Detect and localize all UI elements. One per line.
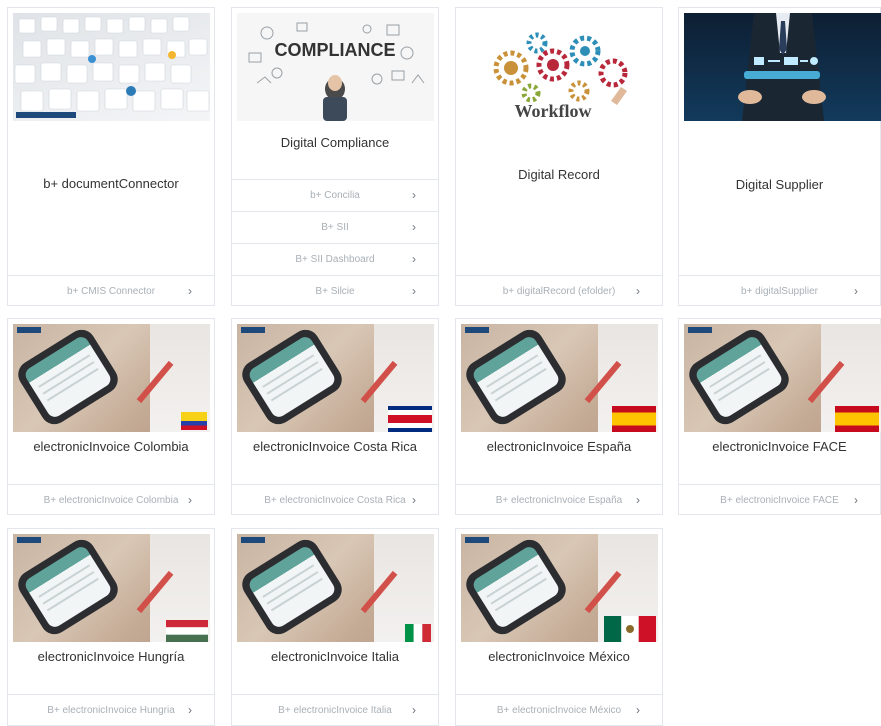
card-title: electronicInvoice FACE [712, 439, 847, 454]
phone-photo [461, 534, 658, 642]
chevron-right-icon: › [188, 284, 192, 298]
card-title: electronicInvoice México [488, 649, 630, 664]
card-link[interactable]: B+ electronicInvoice Italia › [232, 694, 438, 725]
card-title: electronicInvoice Costa Rica [252, 439, 418, 454]
card-einvoice-espana[interactable]: electronicInvoice España B+ electronicIn… [455, 318, 663, 515]
card-link[interactable]: b+ CMIS Connector › [8, 275, 214, 306]
phone-photo [684, 324, 881, 432]
colombia-flag-icon [181, 412, 207, 430]
card-image: COMPLIANCE [237, 13, 434, 121]
chevron-right-icon: › [636, 284, 640, 298]
card-document-connector[interactable]: b+ documentConnector b+ CMIS Connector › [7, 7, 215, 306]
card-title: Digital Supplier [735, 177, 824, 192]
card-link[interactable]: B+ electronicInvoice Costa Rica › [232, 484, 438, 515]
card-image [13, 324, 210, 432]
card-image [237, 534, 434, 642]
card-image [13, 534, 210, 642]
card-title: electronicInvoice Italia [271, 649, 399, 664]
chevron-right-icon: › [854, 284, 858, 298]
card-image [684, 324, 881, 432]
card-image: Workflow [461, 13, 658, 121]
card-link[interactable]: B+ SII Dashboard › [232, 243, 438, 274]
card-link-label: B+ electronicInvoice Costa Rica [264, 495, 406, 506]
card-link-label: b+ digitalRecord (efolder) [502, 286, 616, 297]
card-link[interactable]: B+ electronicInvoice España › [456, 484, 662, 515]
card-image [237, 324, 434, 432]
chevron-right-icon: › [412, 252, 416, 266]
chevron-right-icon: › [412, 284, 416, 298]
card-einvoice-hungria[interactable]: electronicInvoice Hungría B+ electronicI… [7, 528, 215, 726]
card-link[interactable]: B+ electronicInvoice Colombia › [8, 484, 214, 515]
phone-photo [13, 534, 210, 642]
card-einvoice-costa-rica[interactable]: electronicInvoice Costa Rica B+ electron… [231, 318, 439, 515]
card-link[interactable]: B+ SII › [232, 211, 438, 242]
card-link-label: B+ electronicInvoice FACE [720, 495, 839, 506]
card-link-label: b+ CMIS Connector [66, 286, 156, 297]
card-einvoice-face[interactable]: electronicInvoice FACE B+ electronicInvo… [678, 318, 881, 515]
card-link[interactable]: B+ electronicInvoice Hungria › [8, 694, 214, 725]
chevron-right-icon: › [636, 493, 640, 507]
phone-photo [13, 324, 210, 432]
card-einvoice-mexico[interactable]: electronicInvoice México B+ electronicIn… [455, 528, 663, 726]
chevron-right-icon: › [412, 188, 416, 202]
card-title: electronicInvoice Colombia [33, 439, 189, 454]
compliance-word: COMPLIANCE [275, 40, 396, 60]
card-title: electronicInvoice Hungría [37, 649, 185, 664]
card-link-label: B+ electronicInvoice México [496, 705, 622, 716]
card-title: electronicInvoice España [486, 439, 632, 454]
card-link[interactable]: B+ electronicInvoice FACE › [679, 484, 880, 515]
chevron-right-icon: › [188, 703, 192, 717]
phone-photo [237, 534, 434, 642]
keyboard-tiles-image [14, 16, 210, 118]
workflow-gears-image: Workflow [493, 32, 628, 121]
card-title: Digital Record [518, 167, 600, 182]
card-digital-compliance[interactable]: COMPLIANCE Digital Compliance b+ Concili… [231, 7, 439, 306]
card-link-label: B+ SII [321, 222, 349, 233]
card-image [684, 13, 881, 121]
card-title: b+ documentConnector [43, 176, 179, 191]
chevron-right-icon: › [412, 220, 416, 234]
spain-flag-icon [612, 406, 656, 432]
card-digital-supplier[interactable]: Digital Supplier b+ digitalSupplier › [678, 7, 881, 306]
chevron-right-icon: › [412, 493, 416, 507]
mexico-flag-icon [604, 616, 656, 642]
chevron-right-icon: › [854, 493, 858, 507]
hungary-flag-icon [166, 620, 208, 642]
card-link-label: b+ Concilia [310, 190, 360, 201]
card-link-label: B+ electronicInvoice España [495, 495, 623, 506]
card-digital-record[interactable]: Workflow Digital Record b+ digitalRecord… [455, 7, 663, 306]
compliance-image: COMPLIANCE [248, 22, 425, 121]
card-link[interactable]: B+ Silcie › [232, 275, 438, 306]
italy-flag-icon [405, 624, 431, 642]
card-title: Digital Compliance [280, 135, 390, 150]
card-einvoice-italia[interactable]: electronicInvoice Italia B+ electronicIn… [231, 528, 439, 726]
phone-photo [237, 324, 434, 432]
chevron-right-icon: › [636, 703, 640, 717]
card-link-label: B+ electronicInvoice Colombia [43, 495, 179, 506]
card-link[interactable]: b+ digitalRecord (efolder) › [456, 275, 662, 306]
card-link[interactable]: b+ digitalSupplier › [679, 275, 880, 306]
card-link-label: B+ SII Dashboard [295, 254, 375, 265]
phone-photo [461, 324, 658, 432]
card-image [13, 13, 210, 121]
chevron-right-icon: › [412, 703, 416, 717]
card-link-label: b+ digitalSupplier [741, 286, 818, 297]
businessman-digital-image [738, 13, 826, 121]
card-image [461, 324, 658, 432]
chevron-right-icon: › [188, 493, 192, 507]
card-link-label: B+ electronicInvoice Italia [278, 705, 392, 716]
card-link-label: B+ Silcie [315, 286, 355, 297]
costa-rica-flag-icon [388, 406, 432, 432]
workflow-word: Workflow [514, 101, 591, 121]
spain-flag-icon [835, 406, 879, 432]
card-link-label: B+ electronicInvoice Hungria [47, 705, 175, 716]
card-image [461, 534, 658, 642]
card-link[interactable]: b+ Concilia › [232, 179, 438, 210]
card-link[interactable]: B+ electronicInvoice México › [456, 694, 662, 725]
card-einvoice-colombia[interactable]: electronicInvoice Colombia B+ electronic… [7, 318, 215, 515]
